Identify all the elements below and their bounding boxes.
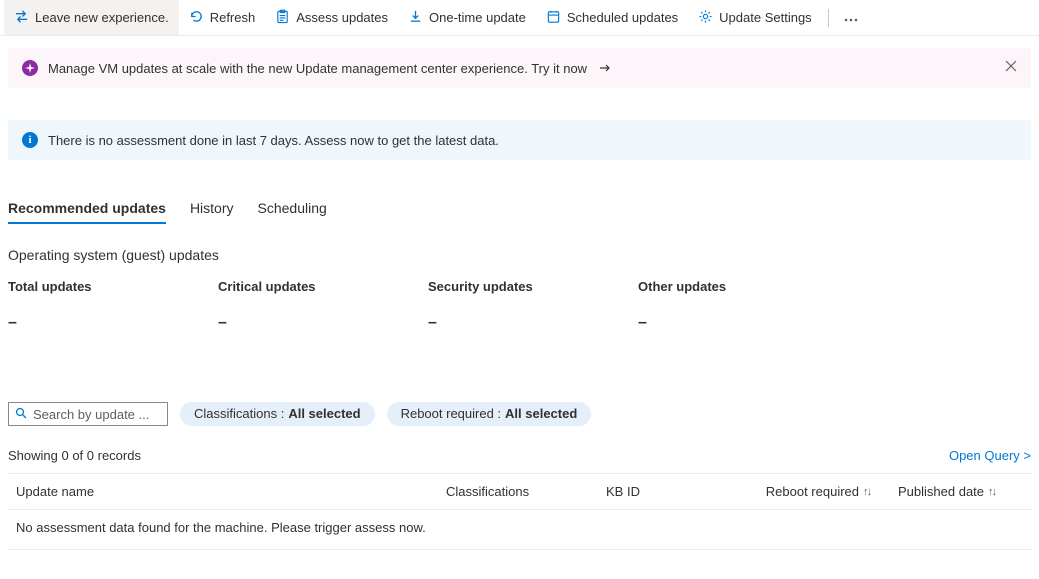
filter-row: Classifications : All selected Reboot re… [8, 402, 1031, 426]
records-summary: Showing 0 of 0 records Open Query > [8, 448, 1031, 463]
toolbar-label: Update Settings [719, 10, 812, 25]
one-time-update-button[interactable]: One-time update [398, 0, 536, 35]
reboot-required-filter[interactable]: Reboot required : All selected [387, 402, 592, 426]
download-icon [408, 9, 423, 27]
stat-other: Other updates – [638, 279, 848, 332]
search-input[interactable] [8, 402, 168, 426]
update-settings-button[interactable]: Update Settings [688, 0, 822, 35]
overflow-button[interactable] [835, 0, 867, 35]
toolbar-label: Scheduled updates [567, 10, 678, 25]
stat-label: Critical updates [218, 279, 428, 294]
pill-label: Classifications : [194, 402, 284, 426]
arrow-right-icon[interactable] [599, 63, 611, 73]
sort-icon: ↑↓ [863, 486, 870, 498]
toolbar-separator [828, 9, 829, 27]
stat-value: – [8, 314, 218, 332]
sort-icon: ↑↓ [988, 486, 995, 498]
table-header: Update name Classifications KB ID Reboot… [8, 473, 1031, 510]
promo-banner: Manage VM updates at scale with the new … [8, 48, 1031, 88]
clipboard-icon [275, 9, 290, 27]
info-banner: i There is no assessment done in last 7 … [8, 120, 1031, 160]
col-kb-id[interactable]: KB ID [598, 484, 738, 499]
col-classifications[interactable]: Classifications [438, 484, 598, 499]
open-query-link[interactable]: Open Query > [949, 448, 1031, 463]
stat-total: Total updates – [8, 279, 218, 332]
col-update-name[interactable]: Update name [8, 484, 438, 499]
col-published-date[interactable]: Published date ↑↓ [878, 484, 1031, 499]
search-field[interactable] [33, 407, 161, 422]
leave-experience-button[interactable]: Leave new experience. [4, 0, 179, 35]
tab-recommended[interactable]: Recommended updates [8, 194, 166, 224]
tab-scheduling[interactable]: Scheduling [258, 194, 327, 224]
section-heading: Operating system (guest) updates [8, 247, 1031, 263]
promo-text: Manage VM updates at scale with the new … [48, 61, 587, 76]
stat-value: – [638, 314, 848, 332]
info-icon: i [22, 132, 38, 148]
stat-critical: Critical updates – [218, 279, 428, 332]
toolbar-label: Refresh [210, 10, 256, 25]
tab-strip: Recommended updates History Scheduling [8, 194, 1031, 225]
records-showing: Showing 0 of 0 records [8, 448, 141, 463]
pill-value: All selected [288, 402, 360, 426]
table-empty-row: No assessment data found for the machine… [8, 510, 1031, 550]
assess-updates-button[interactable]: Assess updates [265, 0, 398, 35]
sparkle-icon [22, 60, 38, 76]
col-reboot-required[interactable]: Reboot required ↑↓ [738, 484, 878, 499]
refresh-button[interactable]: Refresh [179, 0, 266, 35]
pill-value: All selected [505, 402, 577, 426]
stats-row: Total updates – Critical updates – Secur… [8, 279, 1031, 332]
tab-history[interactable]: History [190, 194, 234, 224]
stat-value: – [428, 314, 638, 332]
updates-table: Update name Classifications KB ID Reboot… [8, 473, 1031, 550]
pill-label: Reboot required : [401, 402, 501, 426]
info-text: There is no assessment done in last 7 da… [48, 133, 499, 148]
stat-label: Total updates [8, 279, 218, 294]
close-banner-button[interactable] [1005, 60, 1017, 75]
stat-label: Security updates [428, 279, 638, 294]
classifications-filter[interactable]: Classifications : All selected [180, 402, 375, 426]
scheduled-updates-button[interactable]: Scheduled updates [536, 0, 688, 35]
calendar-icon [546, 9, 561, 27]
stat-label: Other updates [638, 279, 848, 294]
gear-icon [698, 9, 713, 27]
empty-message: No assessment data found for the machine… [16, 520, 426, 535]
stat-security: Security updates – [428, 279, 638, 332]
swap-icon [14, 9, 29, 27]
toolbar-label: Assess updates [296, 10, 388, 25]
toolbar-label: Leave new experience. [35, 10, 169, 25]
search-icon [15, 407, 27, 422]
refresh-icon [189, 9, 204, 27]
toolbar-label: One-time update [429, 10, 526, 25]
stat-value: – [218, 314, 428, 332]
more-icon [844, 10, 858, 25]
command-bar: Leave new experience. Refresh Assess upd… [0, 0, 1039, 36]
